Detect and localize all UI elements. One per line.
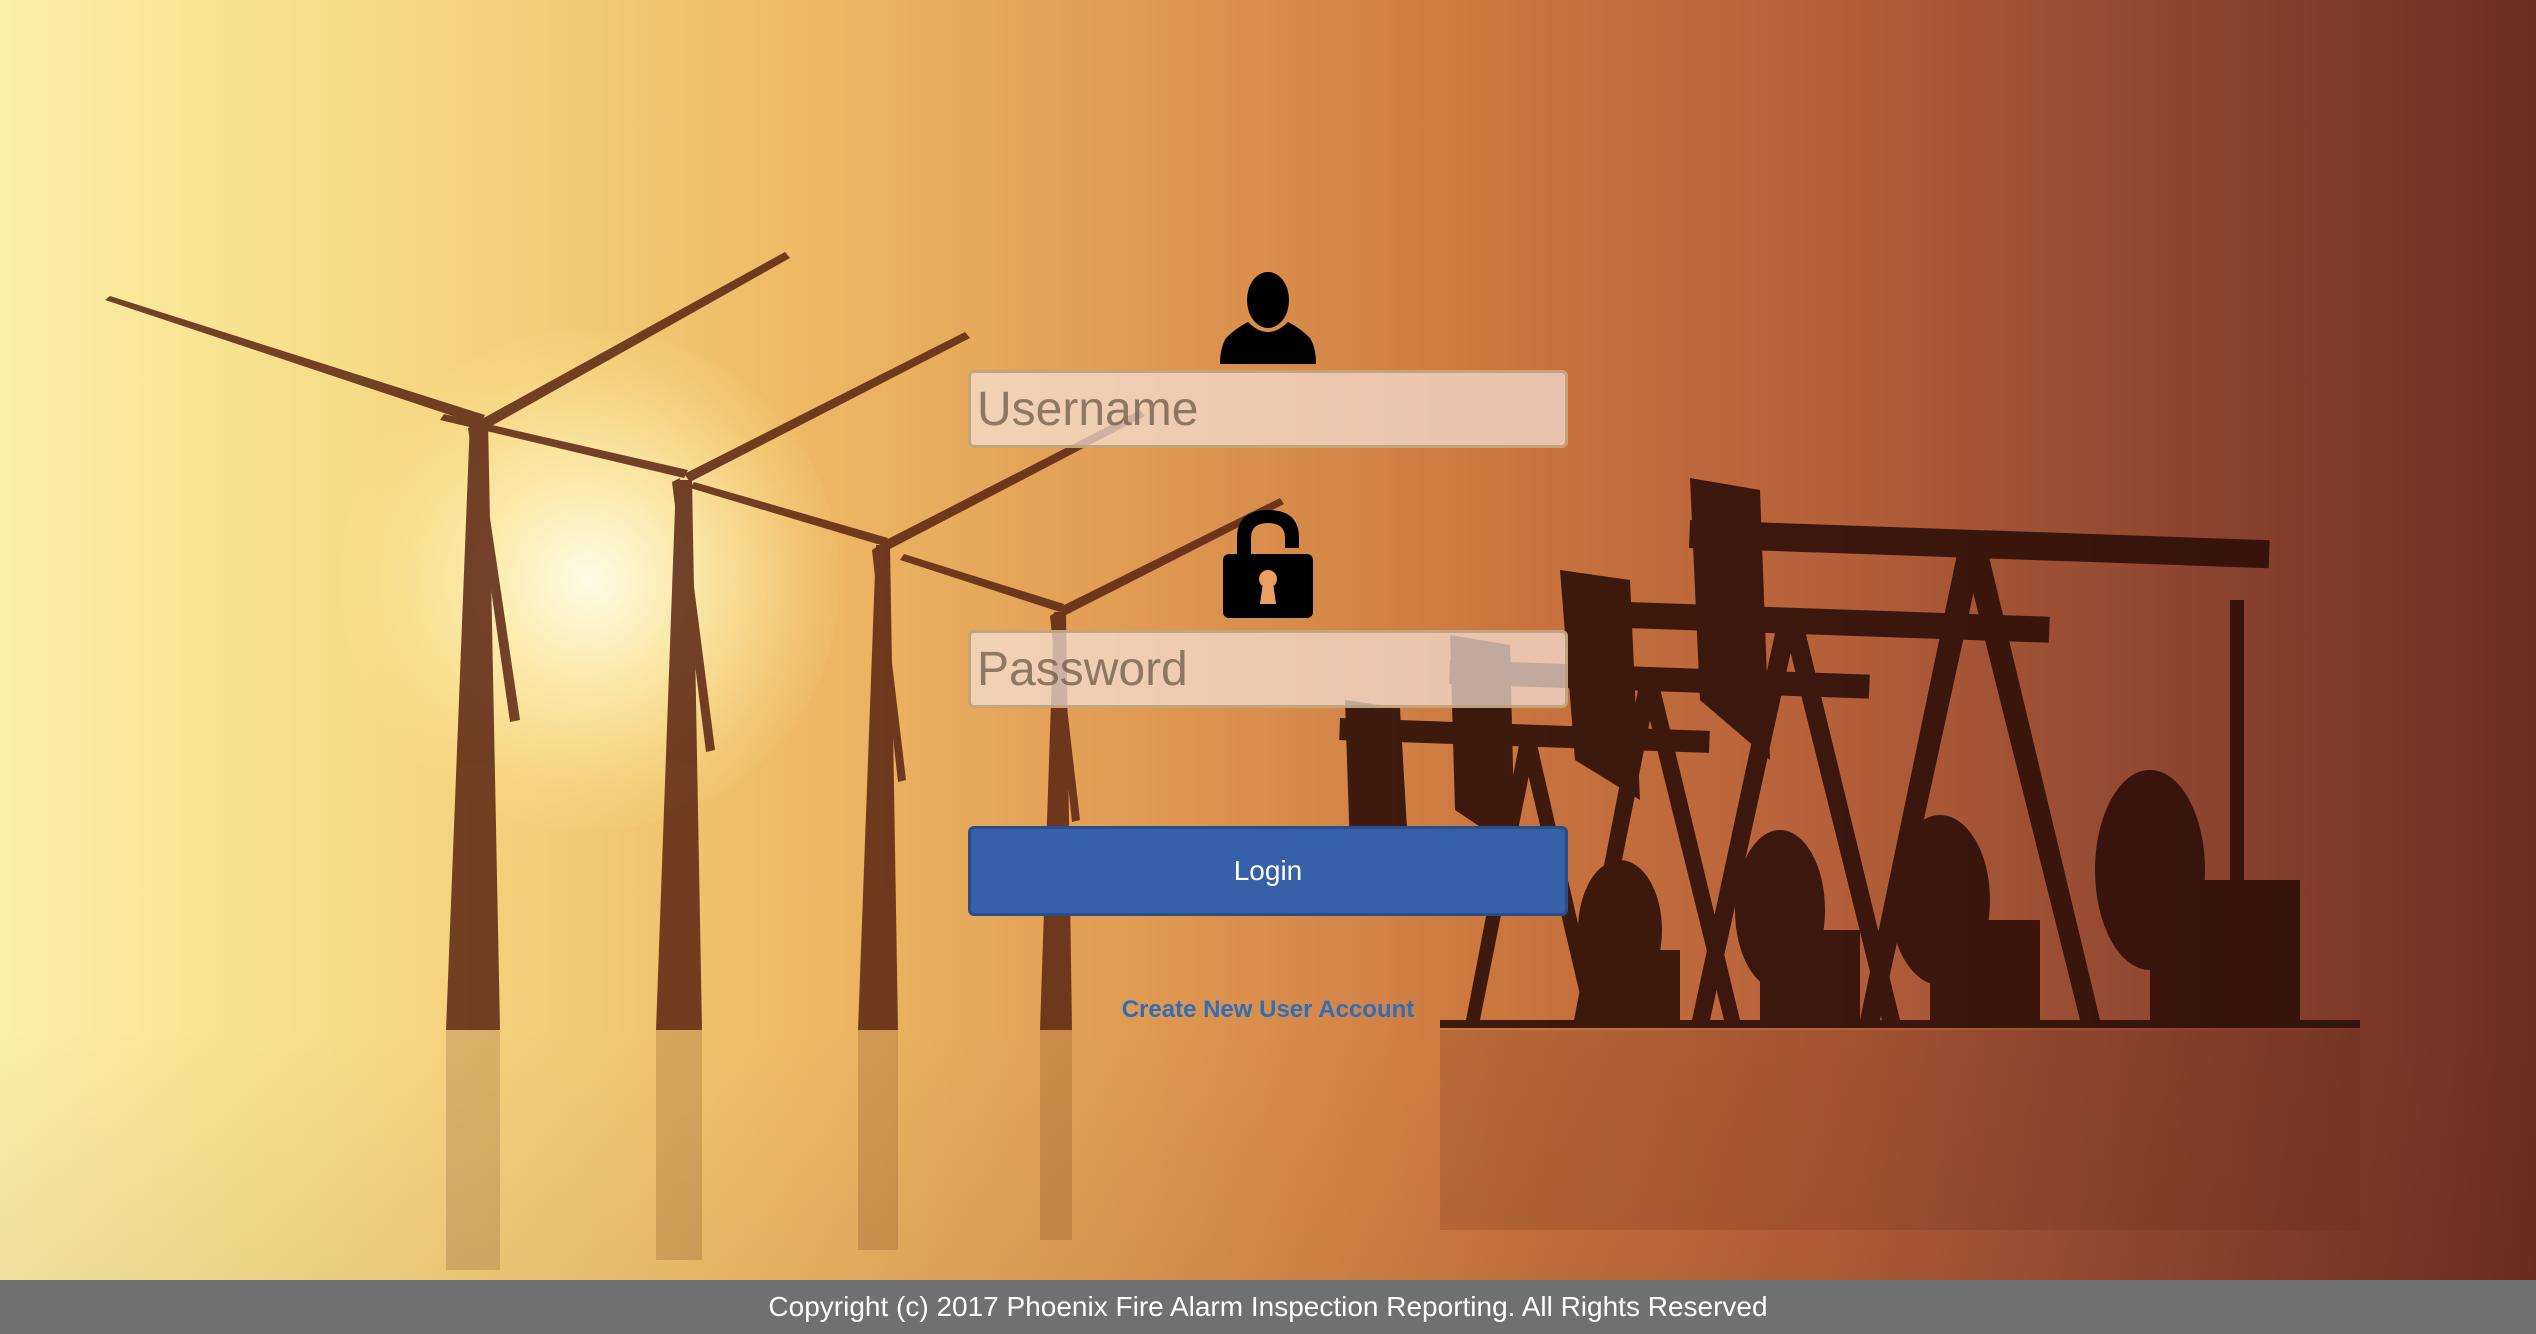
create-account-link[interactable]: Create New User Account bbox=[968, 996, 1568, 1024]
turbine-tower-3 bbox=[858, 545, 898, 1030]
password-input[interactable] bbox=[968, 630, 1568, 708]
lock-icon-container bbox=[968, 506, 1568, 626]
turbine-blade bbox=[690, 482, 888, 546]
copyright-text: Copyright (c) 2017 Phoenix Fire Alarm In… bbox=[768, 1291, 1768, 1322]
user-silhouette-icon bbox=[1220, 272, 1316, 364]
user-icon-container bbox=[968, 270, 1568, 370]
turbine-blade bbox=[480, 252, 790, 428]
login-form: Login Create New User Account bbox=[968, 260, 1568, 1024]
turbine-tower-2 bbox=[656, 480, 702, 1030]
padlock-icon bbox=[1223, 510, 1313, 618]
footer: Copyright (c) 2017 Phoenix Fire Alarm In… bbox=[0, 1280, 2536, 1334]
login-button[interactable]: Login bbox=[968, 826, 1568, 916]
login-page: Login Create New User Account Copyright … bbox=[0, 0, 2536, 1334]
username-input[interactable] bbox=[968, 370, 1568, 448]
turbine-tower-1 bbox=[446, 420, 500, 1030]
turbine-blade bbox=[684, 332, 970, 482]
ground-reflection bbox=[0, 1030, 2536, 1280]
turbine-blade bbox=[105, 296, 485, 425]
